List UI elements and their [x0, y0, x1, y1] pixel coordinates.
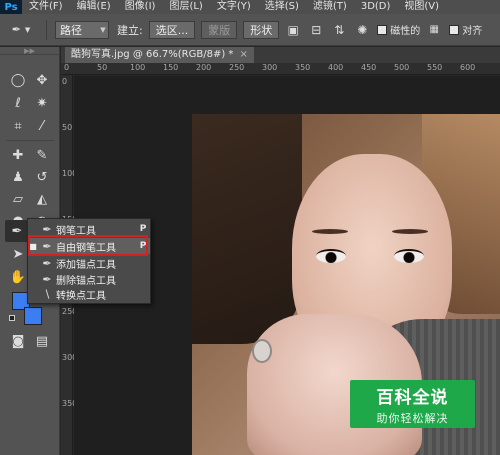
highlight-annotation-box [28, 235, 148, 256]
ruler-tick-label: 150 [163, 63, 179, 72]
lasso-tool-icon[interactable]: ℓ [6, 92, 30, 114]
watermark-badge: 百科全说 助你轻松解决 [350, 380, 475, 428]
menu-view[interactable]: 视图(V) [397, 0, 446, 14]
menu-bar: Ps 文件(F) 编辑(E) 图像(I) 图层(L) 文字(Y) 选择(S) 滤… [0, 0, 500, 14]
selection-button[interactable]: 选区... [148, 20, 196, 39]
crop-tool-icon[interactable]: ⌗ [6, 115, 30, 137]
panel-grip-icon[interactable]: ▶▶ [0, 47, 59, 55]
watermark-subtitle: 助你轻松解决 [376, 411, 449, 425]
divider [46, 19, 47, 40]
clone-stamp-icon[interactable]: ♟ [6, 166, 30, 188]
ruler-tick-label: 50 [97, 63, 108, 72]
path-arrangement-icon[interactable]: ⇅ [330, 21, 348, 39]
default-colors-icon[interactable] [9, 315, 15, 321]
flyout-item-label: 添加锚点工具 [56, 259, 116, 271]
menu-image[interactable]: 图像(I) [118, 0, 163, 14]
convert-point-icon: ∖ [43, 287, 51, 301]
path-operations-icon[interactable]: ▣ [284, 21, 302, 39]
flyout-item-label: 转换点工具 [56, 290, 106, 302]
paint-bucket-icon[interactable]: ◭ [30, 188, 54, 210]
photo-eye-right [394, 249, 424, 263]
flyout-item-delete-anchor[interactable]: ✒ 删除锚点工具 [28, 271, 150, 287]
ruler-tick-label: 200 [196, 63, 212, 72]
pen-icon: ✒ [11, 23, 21, 36]
align-edges-checkbox[interactable]: 对齐 [449, 22, 482, 37]
ruler-tick-label: 50 [62, 123, 73, 132]
path-options-icon[interactable]: ▦ [425, 21, 443, 39]
document-tab-strip: 酷狗写真.jpg @ 66.7%(RGB/8#) * × [61, 47, 500, 63]
magnetic-checkbox[interactable]: 磁性的 [377, 22, 420, 37]
ruler-tick-label: 300 [262, 63, 278, 72]
pen-icon: ✒ [42, 222, 52, 236]
ruler-tick-label: 250 [229, 63, 245, 72]
photoshop-logo: Ps [0, 0, 22, 14]
horizontal-ruler: 0 50 100 150 200 250 300 350 400 450 500… [61, 63, 500, 75]
photo-brow-left [312, 229, 348, 234]
chevron-down-icon: ▼ [100, 25, 106, 34]
ruler-tick-label: 0 [64, 63, 70, 72]
document-tab[interactable]: 酷狗写真.jpg @ 66.7%(RGB/8#) * × [65, 47, 254, 63]
ruler-tick-label: 350 [295, 63, 311, 72]
background-color-swatch[interactable] [24, 307, 42, 325]
eraser-icon[interactable]: ▱ [6, 188, 30, 210]
menu-layer[interactable]: 图层(L) [162, 0, 209, 14]
ruler-tick-label: 0 [62, 77, 68, 86]
eyedropper-icon[interactable]: ⁄ [30, 115, 54, 137]
mask-button[interactable]: 蒙版 [201, 20, 238, 39]
move-tool-icon[interactable]: ✥ [30, 69, 54, 91]
flyout-item-convert-point[interactable]: ∖ 转换点工具 [28, 286, 150, 302]
path-mode-select[interactable]: 路径 ▼ [55, 20, 109, 39]
divider [6, 140, 54, 141]
history-brush-icon[interactable]: ↺ [30, 166, 54, 188]
delete-anchor-icon: ✒ [42, 272, 52, 286]
add-anchor-icon: ✒ [42, 256, 52, 270]
screen-mode-icon[interactable]: ▤ [30, 330, 54, 352]
menu-edit[interactable]: 编辑(E) [70, 0, 118, 14]
align-edges-label: 对齐 [462, 26, 483, 37]
flyout-item-add-anchor[interactable]: ✒ 添加锚点工具 [28, 255, 150, 271]
quick-mask-icon[interactable]: ◙ [6, 330, 30, 352]
pen-tool-flyout-menu: ✒ 钢笔工具 P ■ ✒ 自由钢笔工具 P ✒ 添加锚点工具 ✒ 删除锚点工具 … [27, 218, 151, 304]
tool-preset-picker[interactable]: ✒ ▼ [0, 18, 42, 42]
menu-type[interactable]: 文字(Y) [210, 0, 258, 14]
gear-icon[interactable]: ✺ [353, 21, 371, 39]
shape-button[interactable]: 形状 [243, 20, 280, 39]
shortcut-key: P [139, 224, 147, 234]
watermark-title: 百科全说 [376, 387, 449, 408]
magic-wand-icon[interactable]: ✷ [30, 92, 54, 114]
ruler-tick-label: 550 [427, 63, 443, 72]
options-bar: ✒ ▼ 路径 ▼ 建立: 选区... 蒙版 形状 ▣ ⊟ ⇅ ✺ 磁性的 ▦ 对… [0, 14, 500, 46]
document-title: 酷狗写真.jpg @ 66.7%(RGB/8#) * [71, 49, 234, 60]
photo-hair-left [192, 114, 302, 344]
pen-tool-icon[interactable]: ✒ [5, 220, 29, 242]
checkbox-box [377, 24, 388, 35]
healing-brush-icon[interactable]: ✚ [6, 144, 30, 166]
photo-brow-right [392, 229, 428, 234]
build-label: 建立: [117, 23, 143, 37]
checkbox-box [449, 24, 460, 35]
marquee-tool-icon[interactable]: ◯ [6, 69, 30, 91]
chevron-down-icon: ▼ [24, 25, 31, 34]
ruler-tick-label: 400 [328, 63, 344, 72]
photo-eye-left [316, 249, 346, 263]
path-mode-value: 路径 [60, 23, 82, 37]
close-icon[interactable]: × [239, 47, 247, 63]
flyout-item-label: 删除锚点工具 [56, 275, 116, 287]
menu-filter[interactable]: 滤镜(T) [306, 0, 354, 14]
ruler-tick-label: 500 [394, 63, 410, 72]
menu-3d[interactable]: 3D(D) [354, 0, 398, 14]
menu-file[interactable]: 文件(F) [22, 0, 70, 14]
ruler-tick-label: 100 [130, 63, 146, 72]
brush-tool-icon[interactable]: ✎ [30, 144, 54, 166]
path-alignment-icon[interactable]: ⊟ [307, 21, 325, 39]
ruler-tick-label: 450 [361, 63, 377, 72]
ruler-tick-label: 600 [460, 63, 476, 72]
magnetic-label: 磁性的 [390, 26, 421, 37]
menu-select[interactable]: 选择(S) [258, 0, 306, 14]
photo-ring [252, 339, 272, 363]
